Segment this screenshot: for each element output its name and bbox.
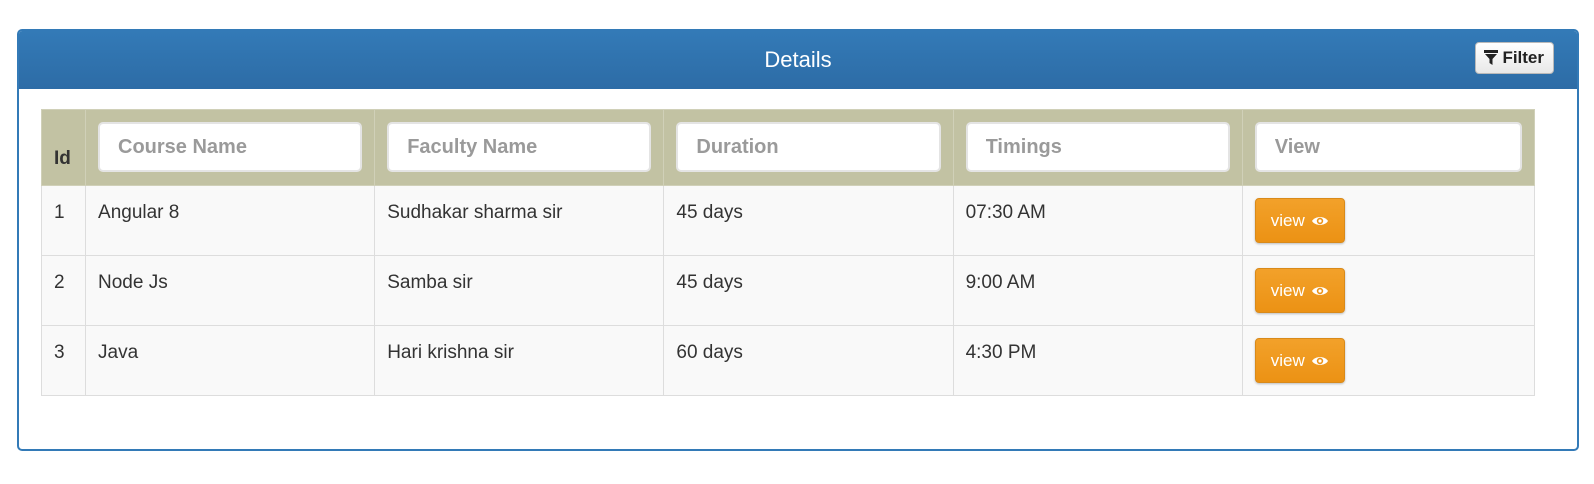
row-view-cell: view [1241, 185, 1536, 256]
timings-filter-input[interactable] [965, 122, 1230, 172]
funnel-icon [1484, 50, 1499, 66]
row-faculty-name: Samba sir [374, 255, 665, 326]
eye-icon [1311, 285, 1329, 297]
row-id: 2 [40, 255, 87, 326]
eye-icon [1311, 355, 1329, 367]
view-button-label: view [1270, 280, 1305, 300]
table-row: 2 Node Js Samba sir 45 days 9:00 AM view [40, 255, 1536, 326]
row-course-name: Node Js [85, 255, 376, 326]
row-duration: 45 days [663, 255, 954, 326]
row-view-cell: view [1241, 255, 1536, 326]
row-id: 3 [40, 325, 87, 396]
view-button[interactable]: view [1254, 338, 1345, 383]
filter-button-label: Filter [1502, 48, 1544, 67]
row-duration: 60 days [663, 325, 954, 396]
row-timing: 07:30 AM [952, 185, 1243, 256]
panel-heading: Details Filter [19, 31, 1577, 89]
row-view-cell: view [1241, 325, 1536, 396]
id-column-header: Id [40, 109, 87, 186]
row-duration: 45 days [663, 185, 954, 256]
row-id: 1 [40, 185, 87, 256]
course-name-filter-input[interactable] [98, 122, 363, 172]
course-name-filter-cell [85, 109, 376, 186]
eye-icon [1311, 215, 1329, 227]
view-button-label: view [1270, 210, 1305, 230]
panel-title: Details [764, 47, 832, 72]
row-course-name: Angular 8 [85, 185, 376, 256]
details-table: Id Course Name Faculty Name Duration Tim… [40, 109, 1536, 396]
faculty-name-filter-input[interactable] [387, 122, 652, 172]
view-filter-input[interactable] [1254, 122, 1522, 172]
row-faculty-name: Sudhakar sharma sir [374, 185, 665, 256]
view-button[interactable]: view [1254, 198, 1345, 243]
row-timing: 9:00 AM [952, 255, 1243, 326]
details-panel: Details Filter Id Course Name Faculty Na… [17, 29, 1579, 451]
duration-filter-input[interactable] [676, 122, 941, 172]
timings-filter-cell [952, 109, 1243, 186]
faculty-name-filter-cell [374, 109, 665, 186]
row-faculty-name: Hari krishna sir [374, 325, 665, 396]
table-header-row: Id [40, 109, 1536, 186]
view-button[interactable]: view [1254, 268, 1345, 313]
table-row: 3 Java Hari krishna sir 60 days 4:30 PM … [40, 325, 1536, 396]
row-course-name: Java [85, 325, 376, 396]
view-button-label: view [1270, 350, 1305, 370]
filter-button[interactable]: Filter [1475, 42, 1554, 74]
panel-body: Id Course Name Faculty Name Duration Tim… [40, 109, 1536, 396]
row-timing: 4:30 PM [952, 325, 1243, 396]
view-filter-cell [1241, 109, 1536, 186]
table-row: 1 Angular 8 Sudhakar sharma sir 45 days … [40, 185, 1536, 256]
duration-filter-cell [663, 109, 954, 186]
